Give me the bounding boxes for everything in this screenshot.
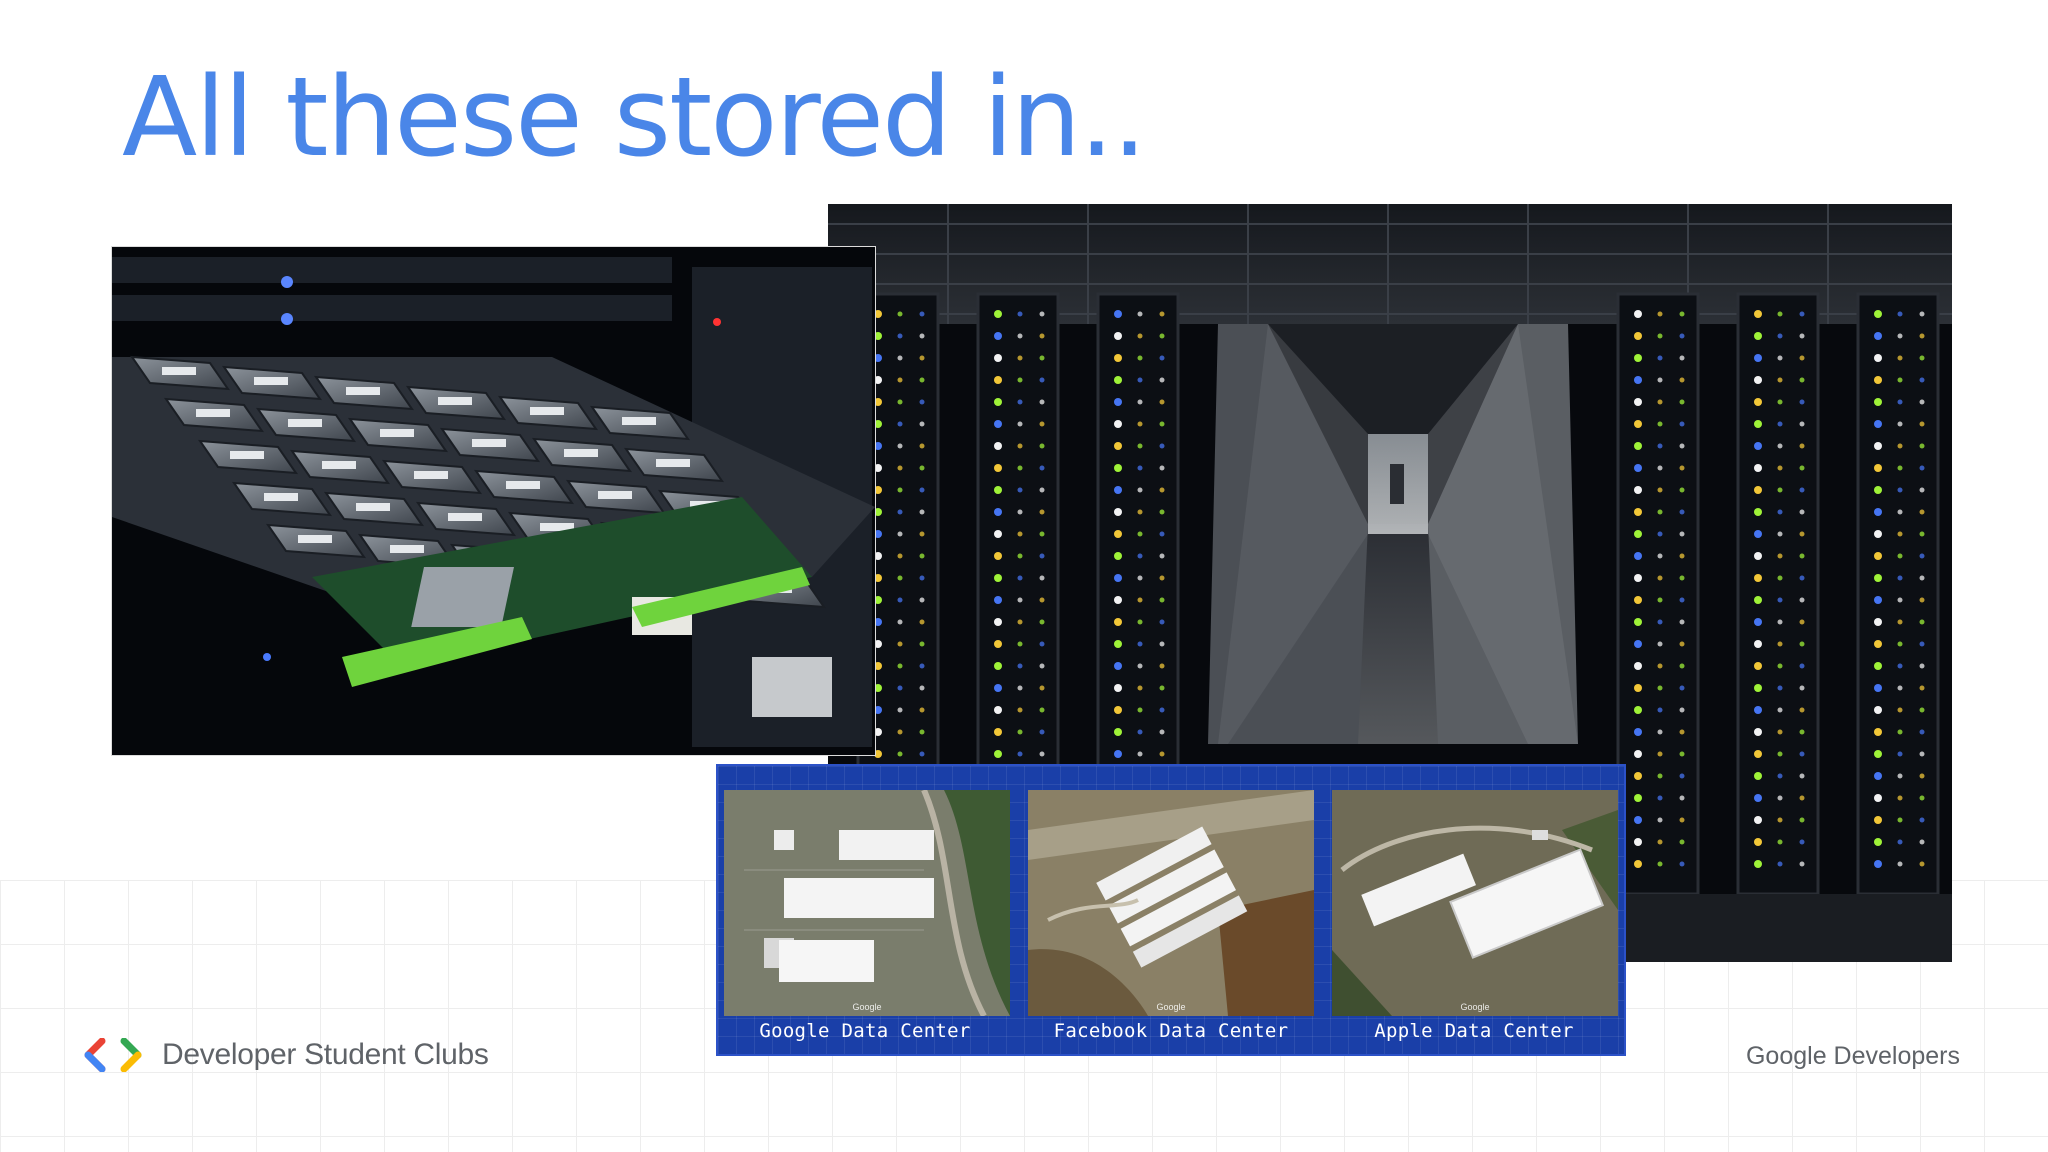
server-drive-tray-photo: [111, 246, 876, 756]
apple-data-center-aerial-image: Google: [1332, 790, 1618, 1016]
aerial-watermark: Google: [852, 1002, 882, 1012]
google-developers-label: Google Developers: [1745, 1042, 1960, 1070]
apple-data-center-caption: Apple Data Center: [1374, 1020, 1574, 1042]
google-data-center-caption: Google Data Center: [759, 1020, 971, 1042]
slide-title: All these stored in..: [122, 53, 1147, 181]
aerial-watermark: Google: [1460, 1002, 1490, 1012]
developer-student-clubs-label: Developer Student Clubs: [162, 1038, 489, 1071]
aerial-data-centers-panel: Google Google Google Google Data Center …: [716, 764, 1626, 1056]
developer-student-clubs-brand: Developer Student Clubs: [84, 1038, 489, 1072]
facebook-data-center-aerial-image: Google: [1028, 790, 1314, 1016]
dsc-logo-icon: [84, 1038, 142, 1072]
google-data-center-aerial-image: Google: [724, 790, 1010, 1016]
facebook-data-center-caption: Facebook Data Center: [1053, 1020, 1289, 1042]
aerial-watermark: Google: [1156, 1002, 1186, 1012]
